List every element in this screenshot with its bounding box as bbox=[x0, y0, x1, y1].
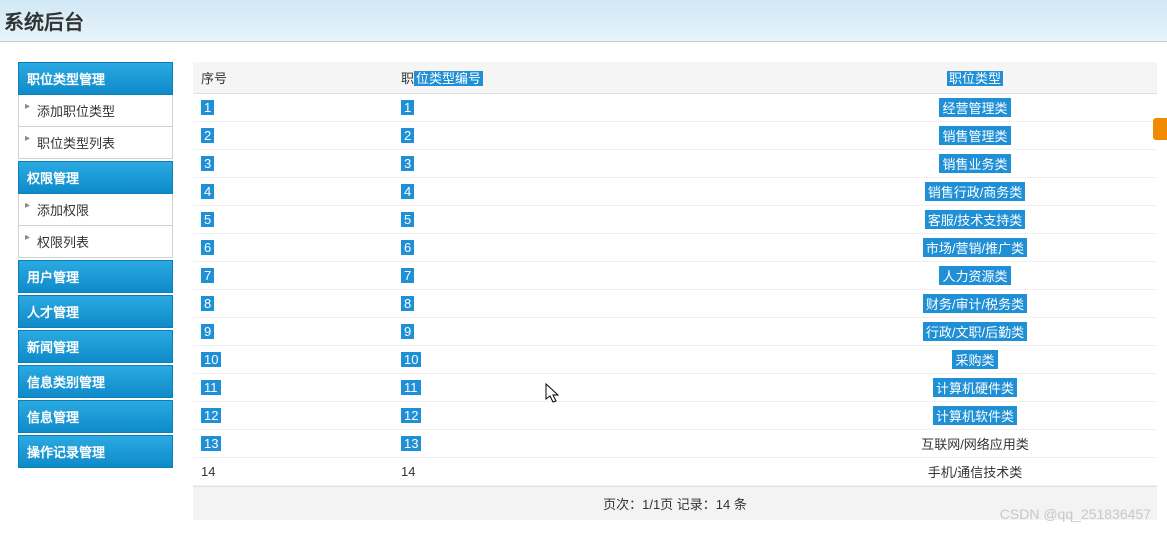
cell-code: 11 bbox=[393, 374, 793, 402]
cell-seq: 6 bbox=[193, 234, 393, 262]
table-row[interactable]: 55客服/技术支持类 bbox=[193, 206, 1157, 234]
cell-type: 采购类 bbox=[793, 346, 1157, 374]
sidebar-item[interactable]: 权限列表 bbox=[18, 226, 173, 258]
cell-code: 3 bbox=[393, 150, 793, 178]
cell-seq: 2 bbox=[193, 122, 393, 150]
cell-type: 人力资源类 bbox=[793, 262, 1157, 290]
table-row[interactable]: 1212计算机软件类 bbox=[193, 402, 1157, 430]
edge-badge-icon bbox=[1153, 118, 1167, 140]
sidebar-item[interactable]: 添加权限 bbox=[18, 194, 173, 226]
sidebar-group-header[interactable]: 信息管理 bbox=[18, 400, 173, 433]
cell-seq: 13 bbox=[193, 430, 393, 458]
cell-seq: 1 bbox=[193, 94, 393, 122]
cell-code: 2 bbox=[393, 122, 793, 150]
cell-type: 销售业务类 bbox=[793, 150, 1157, 178]
cell-code: 14 bbox=[393, 458, 793, 486]
cell-type: 客服/技术支持类 bbox=[793, 206, 1157, 234]
main-content: 序号 职位类型编号 职位类型 11经营管理类22销售管理类33销售业务类44销售… bbox=[193, 62, 1167, 520]
cell-seq: 12 bbox=[193, 402, 393, 430]
cell-seq: 10 bbox=[193, 346, 393, 374]
cell-seq: 11 bbox=[193, 374, 393, 402]
cell-code: 6 bbox=[393, 234, 793, 262]
cell-type: 财务/审计/税务类 bbox=[793, 290, 1157, 318]
cell-seq: 7 bbox=[193, 262, 393, 290]
col-header-code[interactable]: 职位类型编号 bbox=[393, 62, 793, 94]
sidebar: 职位类型管理添加职位类型职位类型列表权限管理添加权限权限列表用户管理人才管理新闻… bbox=[18, 62, 173, 520]
col-header-seq[interactable]: 序号 bbox=[193, 62, 393, 94]
cell-code: 4 bbox=[393, 178, 793, 206]
cell-seq: 3 bbox=[193, 150, 393, 178]
sidebar-group-header[interactable]: 职位类型管理 bbox=[18, 62, 173, 95]
table-row[interactable]: 77人力资源类 bbox=[193, 262, 1157, 290]
cell-code: 1 bbox=[393, 94, 793, 122]
cell-seq: 4 bbox=[193, 178, 393, 206]
table-row[interactable]: 88财务/审计/税务类 bbox=[193, 290, 1157, 318]
sidebar-group-header[interactable]: 权限管理 bbox=[18, 161, 173, 194]
cell-type: 销售行政/商务类 bbox=[793, 178, 1157, 206]
cell-code: 13 bbox=[393, 430, 793, 458]
sidebar-group-header[interactable]: 信息类别管理 bbox=[18, 365, 173, 398]
cell-seq: 9 bbox=[193, 318, 393, 346]
cell-code: 9 bbox=[393, 318, 793, 346]
sidebar-group-header[interactable]: 新闻管理 bbox=[18, 330, 173, 363]
cell-type: 经营管理类 bbox=[793, 94, 1157, 122]
table-row[interactable]: 99行政/文职/后勤类 bbox=[193, 318, 1157, 346]
sidebar-item[interactable]: 职位类型列表 bbox=[18, 127, 173, 159]
sidebar-group-header[interactable]: 用户管理 bbox=[18, 260, 173, 293]
cell-code: 7 bbox=[393, 262, 793, 290]
table-row[interactable]: 22销售管理类 bbox=[193, 122, 1157, 150]
cell-type: 计算机软件类 bbox=[793, 402, 1157, 430]
col-header-type[interactable]: 职位类型 bbox=[793, 62, 1157, 94]
table-row[interactable]: 1414手机/通信技术类 bbox=[193, 458, 1157, 486]
sidebar-group-header[interactable]: 人才管理 bbox=[18, 295, 173, 328]
cell-type: 行政/文职/后勤类 bbox=[793, 318, 1157, 346]
cell-seq: 8 bbox=[193, 290, 393, 318]
page-title: 系统后台 bbox=[0, 0, 1167, 42]
table-row[interactable]: 33销售业务类 bbox=[193, 150, 1157, 178]
cell-type: 市场/营销/推广类 bbox=[793, 234, 1157, 262]
cell-type: 计算机硬件类 bbox=[793, 374, 1157, 402]
sidebar-group-header[interactable]: 操作记录管理 bbox=[18, 435, 173, 468]
cell-type: 销售管理类 bbox=[793, 122, 1157, 150]
table-row[interactable]: 66市场/营销/推广类 bbox=[193, 234, 1157, 262]
cell-type: 互联网/网络应用类 bbox=[793, 430, 1157, 458]
cell-code: 10 bbox=[393, 346, 793, 374]
cell-type: 手机/通信技术类 bbox=[793, 458, 1157, 486]
table-row[interactable]: 1313互联网/网络应用类 bbox=[193, 430, 1157, 458]
watermark: CSDN @qq_251836457 bbox=[1000, 506, 1151, 522]
cell-code: 12 bbox=[393, 402, 793, 430]
cell-seq: 14 bbox=[193, 458, 393, 486]
cell-seq: 5 bbox=[193, 206, 393, 234]
table-row[interactable]: 44销售行政/商务类 bbox=[193, 178, 1157, 206]
table-row[interactable]: 11经营管理类 bbox=[193, 94, 1157, 122]
position-type-table: 序号 职位类型编号 职位类型 11经营管理类22销售管理类33销售业务类44销售… bbox=[193, 62, 1157, 486]
cell-code: 5 bbox=[393, 206, 793, 234]
table-header-row: 序号 职位类型编号 职位类型 bbox=[193, 62, 1157, 94]
table-row[interactable]: 1010采购类 bbox=[193, 346, 1157, 374]
table-row[interactable]: 1111计算机硬件类 bbox=[193, 374, 1157, 402]
sidebar-item[interactable]: 添加职位类型 bbox=[18, 95, 173, 127]
cell-code: 8 bbox=[393, 290, 793, 318]
